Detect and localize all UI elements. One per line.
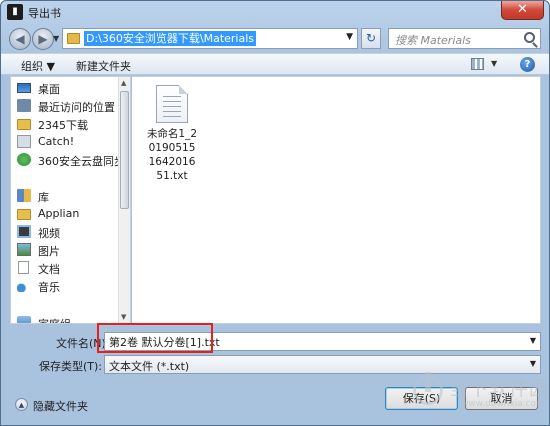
- chevron-up-icon[interactable]: ▲: [15, 398, 28, 411]
- search-box[interactable]: 搜索 Materials: [388, 28, 541, 49]
- sidebar-item-label: 最近访问的位置: [38, 101, 115, 114]
- music-icon: [17, 279, 31, 292]
- address-path[interactable]: D:\360安全浏览器下载\Materials: [84, 31, 257, 46]
- desktop-icon: [17, 83, 31, 93]
- pictures-icon: [17, 243, 31, 256]
- help-icon[interactable]: ?: [520, 57, 535, 72]
- toolbar: 组织 ▼ 新建文件夹 ▼ ?: [1, 53, 549, 75]
- app-icon: ▮: [7, 4, 23, 20]
- catch-icon: [17, 135, 31, 148]
- chevron-down-icon[interactable]: ▼: [346, 32, 353, 42]
- hide-folders-label[interactable]: 隐藏文件夹: [33, 398, 88, 414]
- library-icon: [17, 189, 31, 202]
- filetype-select[interactable]: 文本文件 (*.txt) ▼: [104, 355, 541, 374]
- filetype-label: 保存类型(T):: [39, 360, 103, 373]
- annotation-highlight-box: [97, 323, 213, 353]
- address-bar[interactable]: D:\360安全浏览器下载\Materials ▼: [62, 28, 358, 49]
- history-dropdown-icon[interactable]: ▼: [53, 34, 59, 43]
- sidebar-item-label: 音乐: [38, 281, 60, 294]
- scroll-up-icon[interactable]: ▲: [121, 79, 126, 87]
- sidebar-item-label: 2345下载: [38, 119, 88, 132]
- sidebar-item-label: 桌面: [38, 83, 60, 96]
- sidebar-item-label: 家庭组: [38, 316, 71, 323]
- navigation-scrollbar[interactable]: ▲ ▼: [118, 77, 130, 323]
- homegroup-icon: [17, 316, 31, 323]
- folder-icon: [67, 33, 80, 44]
- save-dialog-window: ▮ 导出书 ✕ ◀ ▶ ▼ D:\360安全浏览器下载\Materials ▼ …: [0, 0, 550, 426]
- new-folder-button[interactable]: 新建文件夹: [76, 58, 131, 74]
- chevron-down-icon[interactable]: ▼: [530, 336, 536, 345]
- file-item[interactable]: 未命名1_201905151642016 51.txt: [142, 85, 202, 183]
- folder-icon: [17, 119, 31, 130]
- chevron-down-icon[interactable]: ▼: [530, 359, 536, 368]
- sidebar-item-label: Catch!: [38, 135, 75, 148]
- filetype-value: 文本文件 (*.txt): [109, 360, 190, 373]
- window-title: 导出书: [28, 7, 61, 20]
- sidebar-item-label: 图片: [38, 245, 60, 258]
- back-button[interactable]: ◀: [9, 28, 31, 50]
- sidebar-item-label: 视频: [38, 227, 60, 240]
- navigation-pane: 桌面 最近访问的位置 2345下载 Catch! 360安全云盘同步 库 App…: [10, 76, 131, 324]
- organize-menu[interactable]: 组织 ▼: [21, 58, 55, 74]
- save-button[interactable]: 保存(S): [385, 387, 458, 410]
- search-icon[interactable]: [524, 32, 535, 43]
- view-options-icon[interactable]: [471, 58, 484, 70]
- cancel-button[interactable]: 取消: [465, 387, 538, 410]
- video-icon: [17, 225, 31, 238]
- view-dropdown-icon[interactable]: ▼: [491, 59, 497, 68]
- cloud-sync-icon: [17, 153, 31, 166]
- title-bar: ▮ 导出书 ✕: [1, 1, 549, 23]
- file-list-area[interactable]: 未命名1_201905151642016 51.txt: [132, 76, 541, 324]
- sidebar-item-label: 库: [38, 191, 49, 204]
- file-name: 未命名1_201905151642016 51.txt: [146, 128, 198, 182]
- scroll-down-icon[interactable]: ▼: [121, 313, 126, 321]
- sidebar-item-label: 文档: [38, 263, 60, 276]
- documents-icon: [18, 261, 29, 274]
- forward-button[interactable]: ▶: [32, 28, 54, 50]
- folder-icon: [17, 209, 31, 220]
- sidebar-item-label: 360安全云盘同步: [38, 155, 125, 168]
- search-placeholder[interactable]: 搜索 Materials: [395, 32, 471, 48]
- sidebar-item-label: Applian: [38, 207, 80, 220]
- refresh-button[interactable]: ↻: [361, 28, 381, 49]
- close-button[interactable]: ✕: [501, 1, 544, 20]
- recent-places-icon: [17, 99, 31, 112]
- text-file-icon: [156, 85, 188, 123]
- scroll-thumb[interactable]: [120, 91, 129, 209]
